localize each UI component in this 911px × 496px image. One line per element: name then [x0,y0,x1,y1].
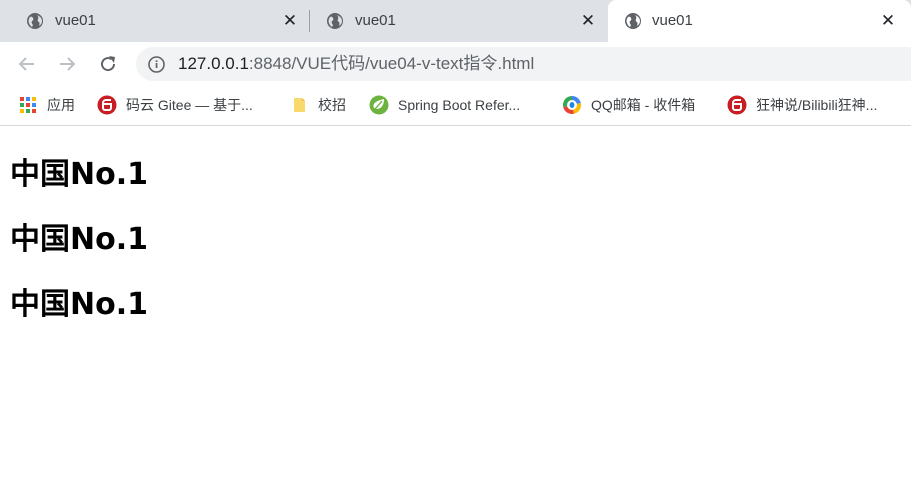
url-host: 127.0.0.1 [178,54,249,73]
globe-icon [327,13,343,29]
bookmark-gitee[interactable]: 码云 Gitee — 基于... [97,94,253,116]
url-text: 127.0.0.1:8848/VUE代码/vue04-v-text指令.html [178,55,534,73]
apps-grid-icon [20,97,36,113]
qq-mail-icon [562,95,582,115]
tab-title: vue01 [55,12,96,29]
bookmark-label: 码云 Gitee — 基于... [126,97,253,113]
page-content: 中国No.1 中国No.1 中国No.1 [0,128,911,496]
bookmark-apps[interactable]: 应用 [18,94,75,116]
arrow-left-icon [18,57,34,71]
back-button[interactable] [15,52,39,76]
bookmark-spring-boot[interactable]: Spring Boot Refer... [369,94,520,116]
bookmark-qq-mail[interactable]: QQ邮箱 - 收件箱 [562,94,695,116]
reload-icon [101,56,116,72]
forward-button[interactable] [55,52,79,76]
folder-icon [294,98,305,112]
close-tab-icon[interactable]: ✕ [878,11,898,31]
address-bar[interactable]: 127.0.0.1:8848/VUE代码/vue04-v-text指令.html [136,47,911,81]
close-tab-icon[interactable]: ✕ [578,11,598,31]
heading-3: 中国No.1 [10,287,148,322]
info-icon[interactable] [148,56,165,73]
arrow-right-icon [60,57,76,71]
bookmark-folder-campus[interactable]: 校招 [289,94,346,116]
gitee-logo-icon [727,95,747,115]
tab-title: vue01 [355,12,396,29]
tab-strip: vue01 ✕ vue01 ✕ vue01 ✕ [0,0,911,42]
bookmark-label: 校招 [318,97,346,113]
tab-3-active[interactable]: vue01 ✕ [608,0,911,42]
tab-2[interactable]: vue01 ✕ [300,0,608,42]
tab-1[interactable]: vue01 ✕ [0,0,310,42]
url-path: :8848/VUE代码/vue04-v-text指令.html [248,54,535,73]
reload-button[interactable] [96,52,120,76]
tab-title: vue01 [652,12,693,29]
browser-toolbar: 127.0.0.1:8848/VUE代码/vue04-v-text指令.html [0,42,911,86]
globe-icon [27,13,43,29]
globe-icon [625,13,641,29]
gitee-logo-icon [97,95,117,115]
bookmarks-bar: 应用 码云 Gitee — 基于... 校招 Spring Boot Refer… [0,86,911,126]
bookmark-label: QQ邮箱 - 收件箱 [591,97,696,113]
heading-1: 中国No.1 [10,157,148,192]
bookmark-label: 应用 [47,97,75,113]
close-tab-icon[interactable]: ✕ [280,11,300,31]
spring-leaf-icon [369,95,389,115]
bookmark-label: Spring Boot Refer... [398,97,521,113]
heading-2: 中国No.1 [10,222,148,257]
bookmark-label: 狂神说/Bilibili狂神... [756,97,878,113]
bookmark-kuangshen[interactable]: 狂神说/Bilibili狂神... [727,94,877,116]
